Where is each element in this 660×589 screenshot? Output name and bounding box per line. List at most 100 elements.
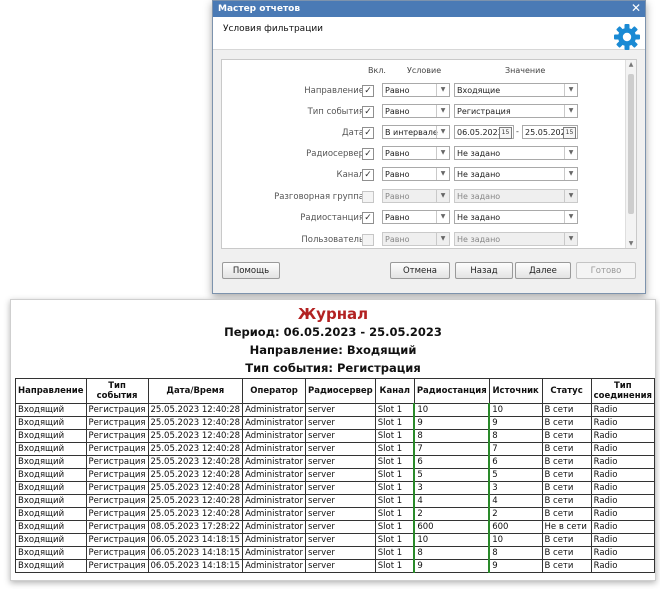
table-cell: Radio [590, 494, 655, 508]
table-cell: 10 [413, 533, 490, 547]
scroll-down-icon[interactable]: ▼ [626, 240, 636, 247]
table-cell: Регистрация [85, 416, 149, 430]
table-cell: Administrator [242, 520, 307, 534]
filter-label: Направление [304, 86, 364, 96]
enable-checkbox[interactable]: ✓ [362, 85, 374, 97]
chevron-down-icon: ▼ [436, 211, 449, 223]
col-header: Тип соединения [590, 378, 655, 404]
table-cell: Регистрация [85, 468, 149, 482]
enable-checkbox[interactable]: ✓ [362, 212, 374, 224]
table-cell: Входящий [15, 559, 87, 573]
scrollbar-thumb[interactable] [628, 74, 634, 214]
dialog-title: Мастер отчетов [218, 4, 301, 14]
condition-select[interactable]: Равно ▼ [382, 167, 450, 181]
help-button[interactable]: Помощь [222, 262, 280, 279]
table-cell: Slot 1 [374, 429, 415, 443]
table-cell: 06.05.2023 14:18:15 [147, 546, 244, 560]
value-select[interactable]: Не задано ▼ [454, 146, 578, 160]
table-cell: 2 [488, 507, 543, 521]
enable-checkbox[interactable]: ✓ [362, 169, 374, 181]
col-header: Источник [488, 378, 543, 404]
table-cell: 4 [413, 494, 490, 508]
table-cell: Administrator [242, 429, 307, 443]
condition-value: Равно [385, 149, 410, 158]
chevron-down-icon: ▼ [436, 105, 449, 117]
filter-label: Радиостанция [300, 213, 364, 223]
enable-checkbox[interactable]: ✓ [362, 148, 374, 160]
table-cell: Регистрация [85, 403, 149, 417]
table-cell: Slot 1 [374, 494, 415, 508]
value-select[interactable]: Входящие ▼ [454, 83, 578, 97]
table-cell: Регистрация [85, 546, 149, 560]
table-cell: Slot 1 [374, 455, 415, 469]
report-wizard-dialog: Мастер отчетов ✕ Условия фильтрации Вкл.… [212, 0, 646, 294]
value-select[interactable]: Не задано ▼ [454, 210, 578, 224]
vertical-scrollbar[interactable]: ▲ ▼ [625, 60, 636, 248]
value-select[interactable]: Регистрация ▼ [454, 104, 578, 118]
table-cell: Radio [590, 429, 655, 443]
condition-select[interactable]: Равно ▼ [382, 210, 450, 224]
table-cell: Administrator [242, 507, 307, 521]
table-cell: 9 [413, 416, 490, 430]
scroll-up-icon[interactable]: ▲ [626, 61, 636, 68]
table-cell: Administrator [242, 455, 307, 469]
chevron-down-icon: ▼ [564, 211, 577, 223]
report-event-type: Тип события: Регистрация [245, 361, 421, 375]
date-to-input[interactable]: 25.05.2023 15 [522, 125, 578, 139]
chevron-down-icon: ▼ [436, 126, 449, 138]
dialog-titlebar: Мастер отчетов ✕ [213, 1, 645, 17]
condition-select[interactable]: В интервале ▼ [382, 125, 450, 139]
table-cell: Входящий [15, 533, 87, 547]
col-header: Канал [374, 378, 415, 404]
enable-checkbox[interactable]: ✓ [362, 106, 374, 118]
condition-select[interactable]: Равно ▼ [382, 232, 450, 246]
enable-checkbox[interactable]: ✓ [362, 127, 374, 139]
table-cell: Radio [590, 546, 655, 560]
table-cell: Radio [590, 403, 655, 417]
table-cell: 10 [488, 403, 543, 417]
table-row: Входящий Регистрация 25.05.2023 12:40:28 Ad… [15, 455, 655, 469]
enable-checkbox[interactable] [362, 191, 374, 203]
date-from-input[interactable]: 06.05.2023 15 [454, 125, 514, 139]
gear-icon [614, 24, 640, 50]
value-select[interactable]: Не задано ▼ [454, 189, 578, 203]
table-cell: Регистрация [85, 533, 149, 547]
table-cell: Administrator [242, 494, 307, 508]
back-button[interactable]: Назад [455, 262, 513, 279]
next-button[interactable]: Далее [515, 262, 571, 279]
table-cell: Administrator [242, 416, 307, 430]
table-cell: 9 [488, 559, 543, 573]
value-select[interactable]: Не задано ▼ [454, 167, 578, 181]
value-select[interactable]: Не задано ▼ [454, 232, 578, 246]
condition-value: Равно [385, 170, 410, 179]
table-row: Входящий Регистрация 06.05.2023 14:18:15 Ad… [15, 559, 655, 573]
table-cell: В сети [541, 455, 592, 469]
table-row: Входящий Регистрация 25.05.2023 12:40:28 Ad… [15, 442, 655, 456]
condition-select[interactable]: Равно ▼ [382, 146, 450, 160]
report-table: Направление Тип события Дата/Время Опера… [15, 378, 655, 573]
calendar-icon[interactable]: 15 [563, 127, 576, 139]
condition-value: Равно [385, 213, 410, 222]
close-icon[interactable]: ✕ [631, 1, 641, 16]
chevron-down-icon: ▼ [436, 190, 449, 202]
value-text: Не задано [457, 170, 501, 179]
table-cell: Регистрация [85, 455, 149, 469]
table-cell: Radio [590, 533, 655, 547]
table-row: Входящий Регистрация 25.05.2023 12:40:28 Ad… [15, 416, 655, 430]
table-cell: Регистрация [85, 429, 149, 443]
table-cell: 9 [488, 416, 543, 430]
enable-checkbox[interactable] [362, 234, 374, 246]
calendar-icon[interactable]: 15 [499, 127, 512, 139]
condition-select[interactable]: Равно ▼ [382, 104, 450, 118]
condition-select[interactable]: Равно ▼ [382, 189, 450, 203]
col-header: Оператор [242, 378, 307, 404]
chevron-down-icon: ▼ [436, 233, 449, 245]
table-row: Входящий Регистрация 25.05.2023 12:40:28 Ad… [15, 507, 655, 521]
filter-row-event-type: Тип события ✓ Равно ▼ Регистрация ▼ [222, 103, 626, 121]
table-cell: 7 [413, 442, 490, 456]
condition-select[interactable]: Равно ▼ [382, 83, 450, 97]
done-button[interactable]: Готово [576, 262, 636, 279]
cancel-button[interactable]: Отмена [390, 262, 450, 279]
date-separator: - [516, 127, 519, 136]
chevron-down-icon: ▼ [436, 168, 449, 180]
